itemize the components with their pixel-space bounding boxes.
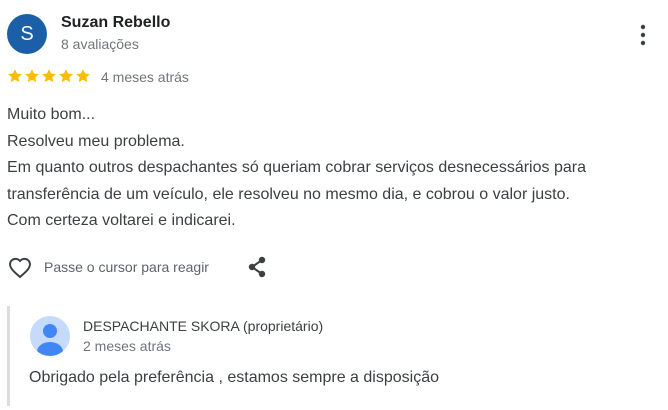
owner-reply-time: 2 meses atrás	[83, 338, 171, 354]
star-icon	[42, 69, 56, 83]
react-button[interactable]	[7, 254, 33, 280]
review-line: transferência de um veículo, ele resolve…	[7, 185, 570, 203]
owner-avatar	[30, 316, 70, 356]
owner-reply-text: Obrigado pela preferência , estamos semp…	[29, 369, 439, 386]
share-icon	[248, 256, 266, 278]
review-time: 4 meses atrás	[101, 69, 189, 85]
reaction-bar: Passe o cursor para reagir	[7, 252, 269, 282]
star-icon	[76, 69, 90, 83]
reviewer-avatar[interactable]: S	[7, 14, 47, 54]
owner-reply: DESPACHANTE SKORA (proprietário) 2 meses…	[7, 306, 665, 406]
reviewer-review-count: 8 avaliações	[61, 36, 139, 52]
react-hint-label: Passe o cursor para reagir	[44, 259, 209, 275]
star-icon	[8, 69, 22, 83]
more-options-button[interactable]	[634, 22, 652, 48]
star-rating	[7, 68, 91, 86]
review-line: Resolveu meu problema.	[7, 132, 185, 150]
star-icon	[25, 69, 39, 83]
default-profile-icon	[30, 316, 70, 356]
review-line: Em quanto outros despachantes só queriam…	[7, 159, 586, 176]
owner-name: DESPACHANTE SKORA (proprietário)	[83, 318, 324, 334]
review-line: Muito bom...	[7, 106, 96, 123]
more-vert-icon	[640, 24, 646, 46]
review-line: Com certeza voltarei e indicarei.	[7, 212, 236, 229]
reviewer-name[interactable]: Suzan Rebello	[61, 14, 170, 32]
share-button[interactable]	[245, 255, 269, 279]
review-text: Muito bom... Resolveu meu problema. Em q…	[7, 102, 657, 235]
heart-outline-icon	[9, 257, 31, 279]
star-icon	[59, 69, 73, 83]
